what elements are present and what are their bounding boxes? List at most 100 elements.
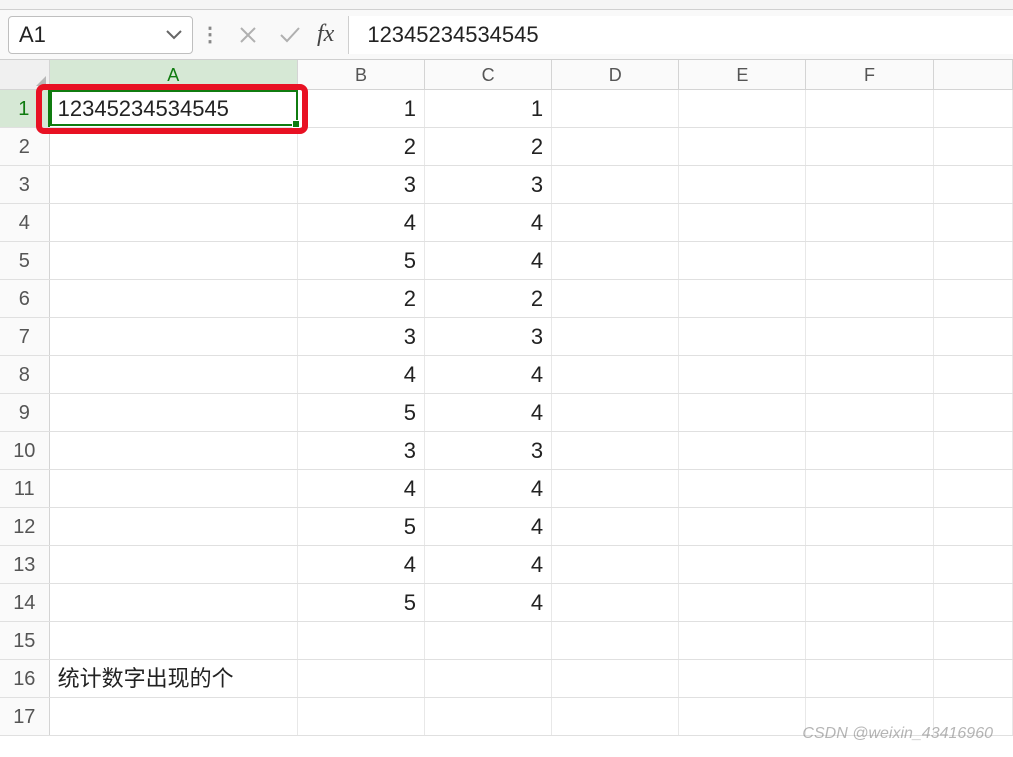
cell-B17[interactable] — [298, 698, 425, 735]
select-all-corner[interactable] — [0, 60, 50, 89]
name-box[interactable]: A1 — [8, 16, 193, 54]
row-header-10[interactable]: 10 — [0, 432, 50, 469]
cell-A12[interactable] — [50, 508, 298, 545]
cell-D17[interactable] — [552, 698, 679, 735]
cell-B6[interactable]: 2 — [298, 280, 425, 317]
row-header-9[interactable]: 9 — [0, 394, 50, 431]
cell-E4[interactable] — [679, 204, 806, 241]
cell-blank-6[interactable] — [934, 280, 1013, 317]
cell-B12[interactable]: 5 — [298, 508, 425, 545]
cell-D6[interactable] — [552, 280, 679, 317]
cell-A1[interactable]: 12345234534545 — [50, 90, 298, 127]
cancel-icon[interactable] — [233, 20, 263, 50]
chevron-down-icon[interactable] — [166, 30, 182, 40]
row-header-15[interactable]: 15 — [0, 622, 50, 659]
cell-D11[interactable] — [552, 470, 679, 507]
cell-C17[interactable] — [425, 698, 552, 735]
cell-E6[interactable] — [679, 280, 806, 317]
formula-input[interactable]: 12345234534545 — [348, 16, 1013, 54]
cell-F14[interactable] — [806, 584, 933, 621]
row-header-7[interactable]: 7 — [0, 318, 50, 355]
cell-E1[interactable] — [679, 90, 806, 127]
cell-B9[interactable]: 5 — [298, 394, 425, 431]
row-header-6[interactable]: 6 — [0, 280, 50, 317]
cell-blank-15[interactable] — [934, 622, 1013, 659]
cell-A13[interactable] — [50, 546, 298, 583]
column-header-E[interactable]: E — [679, 60, 806, 89]
cell-C1[interactable]: 1 — [425, 90, 552, 127]
cell-blank-7[interactable] — [934, 318, 1013, 355]
cell-F15[interactable] — [806, 622, 933, 659]
cell-E2[interactable] — [679, 128, 806, 165]
cell-E12[interactable] — [679, 508, 806, 545]
cell-A10[interactable] — [50, 432, 298, 469]
cell-F16[interactable] — [806, 660, 933, 697]
row-header-1[interactable]: 1 — [0, 90, 50, 127]
cell-D2[interactable] — [552, 128, 679, 165]
cell-C3[interactable]: 3 — [425, 166, 552, 203]
cell-D5[interactable] — [552, 242, 679, 279]
cell-C14[interactable]: 4 — [425, 584, 552, 621]
cell-B4[interactable]: 4 — [298, 204, 425, 241]
cell-blank-8[interactable] — [934, 356, 1013, 393]
column-header-B[interactable]: B — [298, 60, 425, 89]
row-header-13[interactable]: 13 — [0, 546, 50, 583]
column-header-D[interactable]: D — [552, 60, 679, 89]
row-header-16[interactable]: 16 — [0, 660, 50, 697]
cell-A7[interactable] — [50, 318, 298, 355]
column-header-blank[interactable] — [934, 60, 1013, 89]
cell-blank-13[interactable] — [934, 546, 1013, 583]
cell-blank-1[interactable] — [934, 90, 1013, 127]
cell-A15[interactable] — [50, 622, 298, 659]
cell-D13[interactable] — [552, 546, 679, 583]
cell-F12[interactable] — [806, 508, 933, 545]
cell-blank-16[interactable] — [934, 660, 1013, 697]
cell-D16[interactable] — [552, 660, 679, 697]
cell-B15[interactable] — [298, 622, 425, 659]
cell-A3[interactable] — [50, 166, 298, 203]
cell-B1[interactable]: 1 — [298, 90, 425, 127]
cell-blank-14[interactable] — [934, 584, 1013, 621]
cell-A9[interactable] — [50, 394, 298, 431]
cell-E5[interactable] — [679, 242, 806, 279]
cell-B7[interactable]: 3 — [298, 318, 425, 355]
cell-F6[interactable] — [806, 280, 933, 317]
cell-E14[interactable] — [679, 584, 806, 621]
cell-E10[interactable] — [679, 432, 806, 469]
cell-C8[interactable]: 4 — [425, 356, 552, 393]
cell-blank-11[interactable] — [934, 470, 1013, 507]
cell-B2[interactable]: 2 — [298, 128, 425, 165]
cell-D14[interactable] — [552, 584, 679, 621]
cell-F8[interactable] — [806, 356, 933, 393]
cell-A17[interactable] — [50, 698, 298, 735]
cell-E11[interactable] — [679, 470, 806, 507]
cell-C12[interactable]: 4 — [425, 508, 552, 545]
cell-D15[interactable] — [552, 622, 679, 659]
cell-B10[interactable]: 3 — [298, 432, 425, 469]
row-header-4[interactable]: 4 — [0, 204, 50, 241]
cell-E7[interactable] — [679, 318, 806, 355]
cell-F4[interactable] — [806, 204, 933, 241]
cell-E3[interactable] — [679, 166, 806, 203]
cell-D10[interactable] — [552, 432, 679, 469]
cell-C7[interactable]: 3 — [425, 318, 552, 355]
cell-F11[interactable] — [806, 470, 933, 507]
fx-icon[interactable]: fx — [317, 21, 334, 48]
cell-A4[interactable] — [50, 204, 298, 241]
confirm-icon[interactable] — [275, 20, 305, 50]
cell-E15[interactable] — [679, 622, 806, 659]
cell-blank-12[interactable] — [934, 508, 1013, 545]
cell-F7[interactable] — [806, 318, 933, 355]
cell-A14[interactable] — [50, 584, 298, 621]
column-header-A[interactable]: A — [50, 60, 298, 89]
cell-blank-4[interactable] — [934, 204, 1013, 241]
cell-D3[interactable] — [552, 166, 679, 203]
cell-D7[interactable] — [552, 318, 679, 355]
cell-blank-2[interactable] — [934, 128, 1013, 165]
cell-C4[interactable]: 4 — [425, 204, 552, 241]
cell-D9[interactable] — [552, 394, 679, 431]
cell-C9[interactable]: 4 — [425, 394, 552, 431]
cell-B8[interactable]: 4 — [298, 356, 425, 393]
cell-C15[interactable] — [425, 622, 552, 659]
row-header-12[interactable]: 12 — [0, 508, 50, 545]
